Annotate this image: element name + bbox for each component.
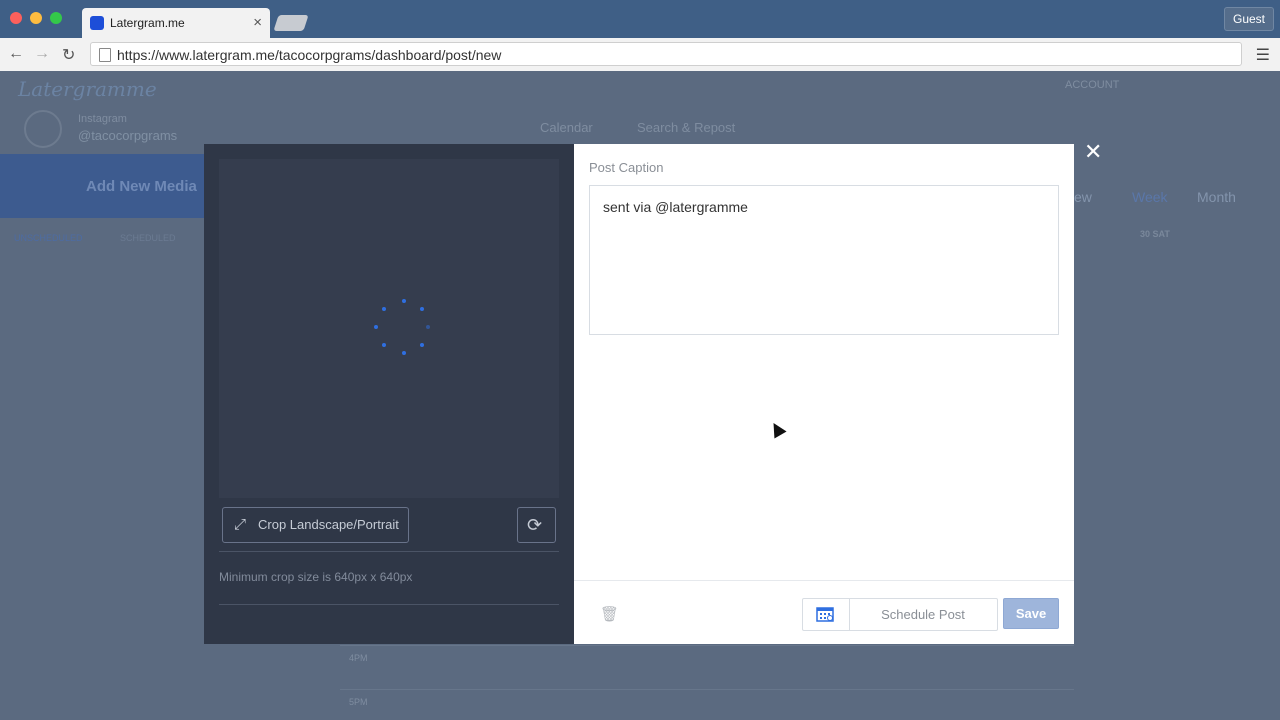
page-icon bbox=[99, 48, 111, 62]
guest-profile-button[interactable]: Guest bbox=[1223, 7, 1274, 31]
schedule-post-field[interactable]: Schedule Post bbox=[849, 607, 997, 622]
crop-expand-icon: ⤢ bbox=[234, 516, 247, 533]
add-media-label: Add New Media bbox=[86, 178, 197, 195]
image-preview bbox=[219, 159, 559, 498]
app-logo[interactable]: Latergramme bbox=[18, 77, 157, 101]
profile-handle: @tacocorpgrams bbox=[78, 128, 178, 143]
close-window-button[interactable] bbox=[10, 12, 22, 24]
calendar-day-header: 30 SAT bbox=[1140, 229, 1170, 239]
divider bbox=[219, 604, 559, 605]
divider bbox=[219, 551, 559, 552]
back-icon[interactable]: ← bbox=[8, 45, 24, 63]
rotate-icon: ⟳ bbox=[527, 515, 543, 535]
favicon-icon bbox=[90, 16, 104, 30]
save-button-label: Save bbox=[1015, 606, 1047, 621]
tab-week-view[interactable]: Week bbox=[1132, 189, 1168, 205]
nav-search-repost[interactable]: Search & Repost bbox=[637, 120, 735, 135]
rotate-button[interactable]: ⟳ bbox=[517, 507, 556, 543]
nav-calendar[interactable]: Calendar bbox=[540, 120, 593, 135]
footer-divider bbox=[574, 580, 1074, 581]
profile-network: Instagram bbox=[78, 113, 127, 125]
tab-day-view[interactable]: ew bbox=[1074, 189, 1092, 205]
tab-title: Latergram.me bbox=[110, 16, 185, 30]
time-label-4pm: 4PM bbox=[349, 653, 368, 663]
browser-menu-icon[interactable]: ☰ bbox=[1256, 45, 1270, 65]
post-caption-label: Post Caption bbox=[589, 160, 664, 175]
browser-tab[interactable]: Latergram.me × bbox=[82, 8, 270, 38]
address-bar[interactable]: https://www.latergram.me/tacocorpgrams/d… bbox=[90, 42, 1242, 66]
minimize-window-button[interactable] bbox=[30, 12, 42, 24]
close-modal-icon[interactable]: ✕ bbox=[1084, 141, 1102, 163]
trash-icon[interactable]: 🗑 bbox=[600, 605, 619, 623]
loading-spinner-icon bbox=[374, 299, 434, 359]
maximize-window-button[interactable] bbox=[50, 12, 62, 24]
tab-unscheduled[interactable]: UNSCHEDULED bbox=[14, 233, 83, 243]
url-text: https://www.latergram.me/tacocorpgrams/d… bbox=[117, 47, 502, 63]
calendar-icon bbox=[816, 607, 834, 622]
crop-landscape-portrait-button[interactable]: ⤢ Crop Landscape/Portrait bbox=[222, 507, 409, 543]
browser-tabbar: Latergram.me × Guest bbox=[0, 0, 1280, 38]
schedule-post-group[interactable]: Schedule Post bbox=[802, 598, 998, 631]
calendar-grid-line bbox=[340, 645, 1074, 646]
add-media-banner[interactable]: Add New Media bbox=[0, 154, 204, 218]
avatar bbox=[24, 110, 62, 148]
tab-close-icon[interactable]: × bbox=[253, 14, 262, 31]
new-tab-button[interactable] bbox=[273, 15, 309, 31]
calendar-button[interactable] bbox=[803, 599, 850, 630]
media-editor-panel: ⤢ Crop Landscape/Portrait ⟳ Minimum crop… bbox=[204, 144, 574, 644]
save-button[interactable]: Save bbox=[1003, 598, 1059, 629]
browser-toolbar: ← → ↻ https://www.latergram.me/tacocorpg… bbox=[0, 38, 1280, 72]
post-details-panel: Post Caption sent via @latergramme 🗑 Sch… bbox=[574, 144, 1074, 644]
forward-icon[interactable]: → bbox=[34, 45, 50, 63]
post-caption-input[interactable]: sent via @latergramme bbox=[589, 185, 1059, 335]
account-menu[interactable]: ACCOUNT bbox=[1065, 79, 1119, 91]
tab-scheduled[interactable]: SCHEDULED bbox=[120, 233, 176, 243]
reload-icon[interactable]: ↻ bbox=[62, 45, 75, 65]
calendar-grid-line bbox=[340, 689, 1074, 690]
time-label-5pm: 5PM bbox=[349, 697, 368, 707]
crop-button-label: Crop Landscape/Portrait bbox=[258, 517, 399, 532]
post-caption-value: sent via @latergramme bbox=[603, 199, 748, 215]
tab-month-view[interactable]: Month bbox=[1197, 189, 1236, 205]
min-crop-hint: Minimum crop size is 640px x 640px bbox=[219, 570, 413, 584]
